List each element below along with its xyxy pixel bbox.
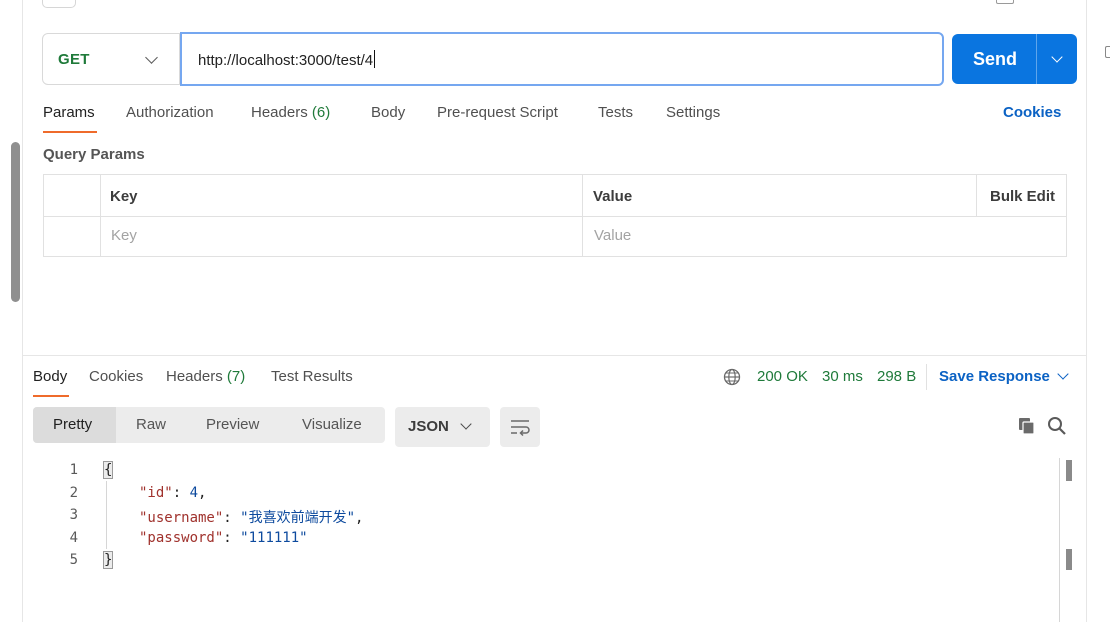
response-tab-body[interactable]: Body (33, 368, 67, 385)
wrap-icon (511, 420, 530, 437)
tab-headers[interactable]: Headers (6) (251, 104, 330, 121)
chevron-down-icon (145, 51, 158, 64)
sidebar-scrollbar[interactable] (11, 142, 20, 302)
chevron-down-icon (460, 418, 472, 430)
send-label: Send (973, 49, 1018, 69)
table-divider (976, 175, 977, 216)
url-text: http://localhost:3000/test/4 (198, 52, 374, 69)
headers-count: (6) (311, 104, 331, 121)
line-number: 2 (69, 485, 78, 501)
value-column-header: Value (593, 188, 633, 205)
line-number: 3 (69, 507, 78, 523)
query-params-title: Query Params (43, 146, 145, 163)
view-mode-pretty[interactable]: Pretty (53, 416, 92, 433)
code-line[interactable]: { (103, 461, 114, 479)
line-number: 1 (69, 462, 78, 478)
response-time[interactable]: 30 ms (822, 368, 863, 385)
back-icon[interactable] (42, 0, 76, 8)
json-value: "111111" (240, 530, 308, 546)
code-line[interactable]: } (103, 551, 114, 569)
table-divider (44, 216, 1066, 217)
view-mode-visualize[interactable]: Visualize (302, 416, 362, 433)
tab-body[interactable]: Body (371, 104, 405, 121)
view-mode-preview[interactable]: Preview (206, 416, 259, 433)
response-tab-cookies[interactable]: Cookies (89, 368, 143, 385)
tab-tests[interactable]: Tests (598, 104, 633, 121)
code-line[interactable]: "password": "111111" (139, 530, 308, 546)
url-input[interactable]: http://localhost:3000/test/4 (180, 32, 944, 86)
json-key: "username" (139, 510, 224, 526)
send-split-divider (1036, 34, 1037, 84)
bulk-edit-button[interactable]: Bulk Edit (990, 188, 1055, 205)
json-key: "id" (139, 485, 173, 501)
left-divider (22, 0, 23, 622)
key-column-header: Key (110, 188, 138, 205)
line-number: 5 (69, 552, 78, 568)
json-value: 4 (189, 485, 199, 501)
code-line[interactable]: "username": "我喜欢前端开发", (139, 507, 363, 527)
value-input[interactable]: Value (594, 227, 631, 244)
tab-settings[interactable]: Settings (666, 104, 720, 121)
right-divider (1086, 0, 1087, 622)
code-line[interactable]: "id": 4, (139, 485, 206, 501)
search-icon[interactable] (1047, 416, 1067, 436)
chevron-down-icon[interactable] (1057, 368, 1069, 380)
side-panel-icon[interactable] (1105, 46, 1110, 58)
cookies-link[interactable]: Cookies (1003, 104, 1061, 121)
globe-icon[interactable] (723, 368, 741, 386)
active-tab-indicator (43, 131, 97, 133)
save-response-button[interactable]: Save Response (939, 368, 1050, 385)
active-response-tab-indicator (33, 395, 69, 397)
copy-icon[interactable] (1017, 416, 1036, 435)
layout-icon[interactable] (996, 0, 1014, 4)
method-dropdown[interactable]: GET (42, 33, 180, 85)
code-scrollbar-marker[interactable] (1066, 549, 1072, 570)
indent-guide (106, 481, 107, 549)
json-value: "我喜欢前端开发" (240, 510, 356, 526)
tab-params[interactable]: Params (43, 104, 95, 121)
status-code[interactable]: 200 OK (757, 368, 808, 385)
matched-bracket: { (103, 461, 114, 479)
response-divider[interactable] (22, 355, 1086, 356)
response-size[interactable]: 298 B (877, 368, 916, 385)
wrap-lines-button[interactable] (500, 407, 540, 447)
tab-authorization[interactable]: Authorization (126, 104, 214, 121)
send-button[interactable]: Send (952, 34, 1077, 84)
view-mode-raw[interactable]: Raw (136, 416, 166, 433)
code-scrollbar-track[interactable] (1059, 458, 1060, 622)
text-caret (374, 50, 376, 68)
format-dropdown[interactable]: JSON (395, 407, 490, 447)
response-tab-test-results[interactable]: Test Results (271, 368, 353, 385)
format-label: JSON (408, 418, 449, 435)
line-number: 4 (69, 530, 78, 546)
method-label: GET (58, 51, 90, 68)
response-headers-count: (7) (226, 368, 246, 385)
json-key: "password" (139, 530, 224, 546)
key-input[interactable]: Key (111, 227, 137, 244)
response-tab-headers[interactable]: Headers (7) (166, 368, 245, 385)
query-params-table: Key Value Bulk Edit Key Value (43, 174, 1067, 257)
matched-bracket: } (103, 551, 114, 569)
code-scrollbar-marker[interactable] (1066, 460, 1072, 481)
chevron-down-icon[interactable] (1051, 51, 1063, 63)
tab-pre-request-script[interactable]: Pre-request Script (437, 104, 558, 121)
status-divider (926, 364, 927, 390)
